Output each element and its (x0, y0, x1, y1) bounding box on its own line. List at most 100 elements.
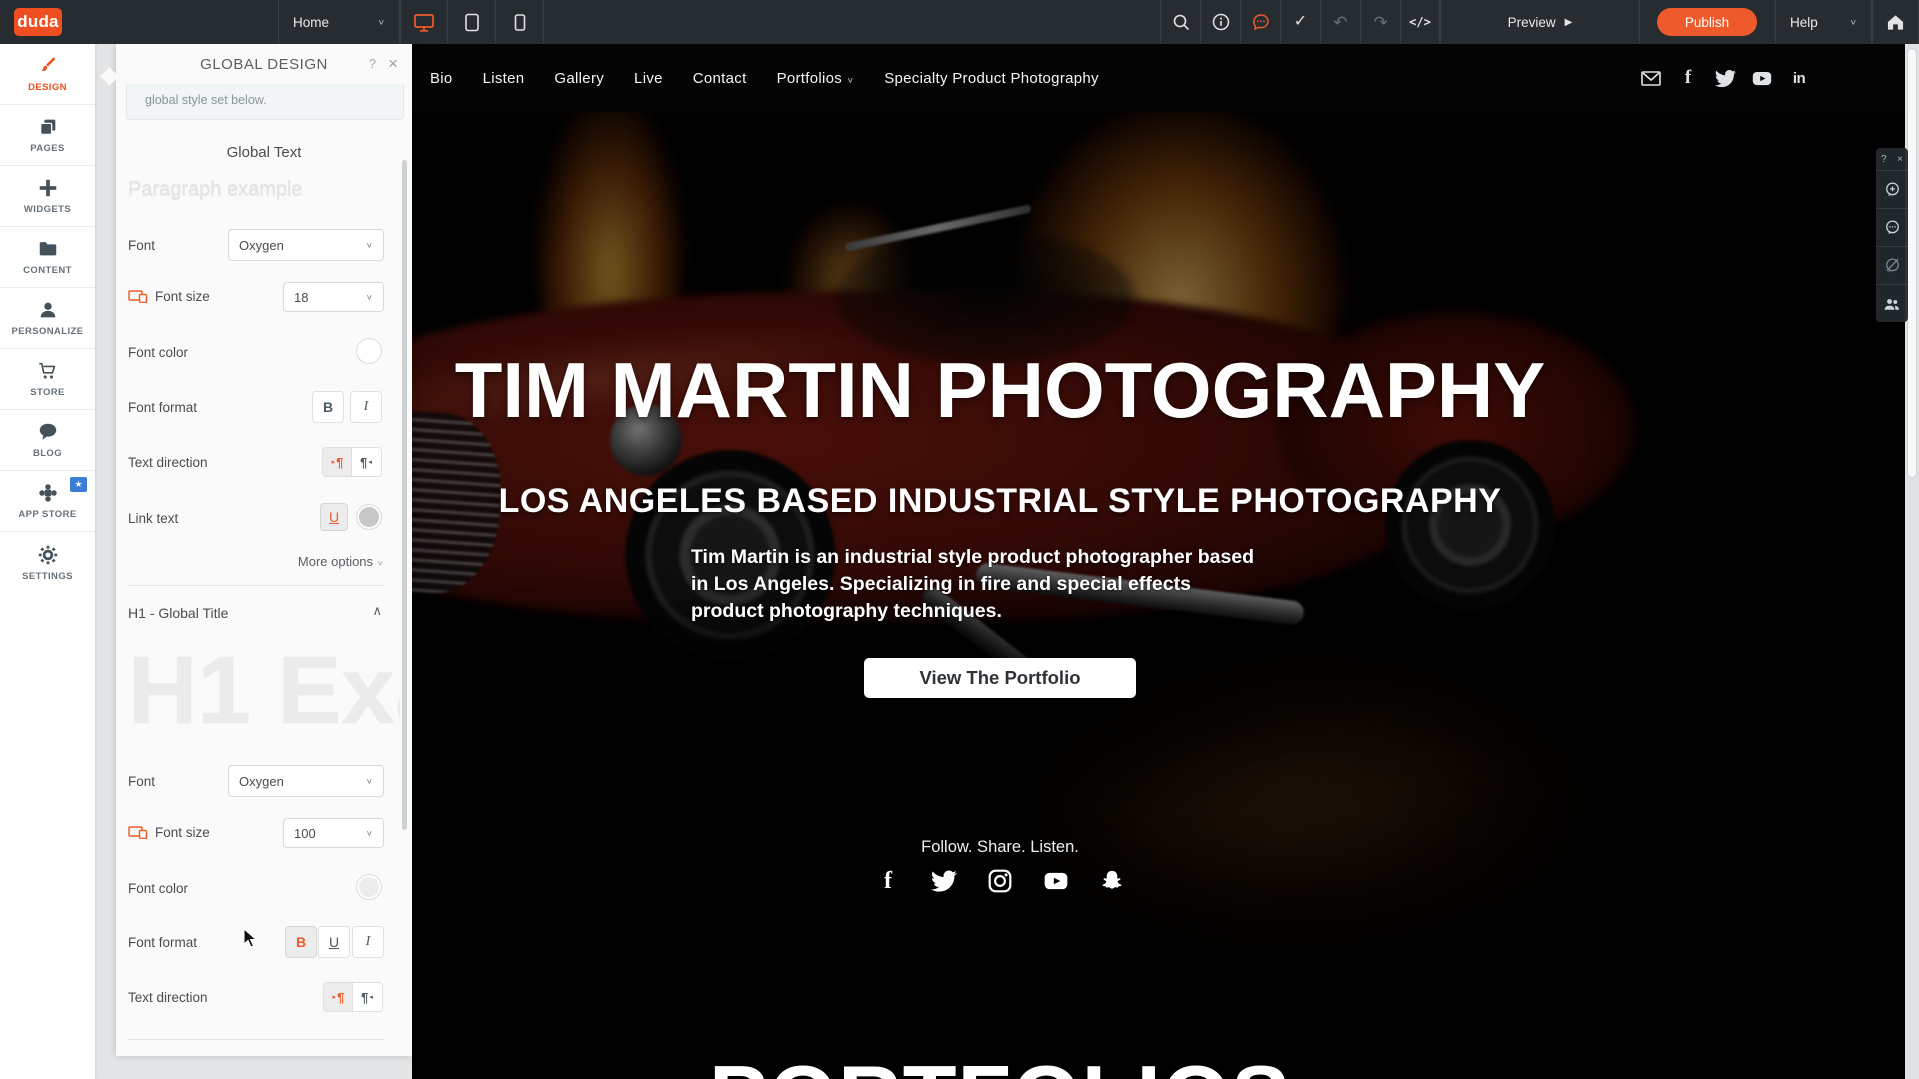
nav-item-specialty[interactable]: Specialty Product Photography (884, 70, 1099, 87)
mobile-view-button[interactable] (496, 0, 544, 44)
redo-button[interactable]: ↷ (1360, 0, 1400, 44)
help-icon[interactable]: ? (1881, 154, 1887, 165)
font-color-swatch[interactable] (356, 338, 382, 364)
facebook-icon[interactable]: f (875, 868, 901, 894)
h1-italic-button[interactable]: I (352, 926, 384, 958)
ltr-direction-button[interactable]: ▸¶ (323, 982, 353, 1012)
link-color-swatch[interactable] (356, 504, 382, 530)
h1-underline-button[interactable]: U (318, 926, 350, 958)
comment-icon (1251, 12, 1271, 32)
duda-logo[interactable]: duda (14, 8, 62, 36)
close-icon[interactable]: × (1897, 154, 1903, 165)
h1-font-size-value: 100 (294, 826, 316, 841)
font-size-label-text: Font size (155, 289, 210, 304)
preview-button[interactable]: Preview ▶ (1440, 0, 1640, 44)
pages-icon (37, 116, 59, 138)
undo-icon: ↶ (1333, 14, 1347, 31)
twitter-icon[interactable] (931, 868, 957, 894)
view-portfolio-button[interactable]: View The Portfolio (864, 658, 1136, 698)
sidebar-item-widgets[interactable]: WIDGETS (0, 166, 95, 227)
dashboard-home-button[interactable] (1872, 0, 1919, 44)
h1-text-direction-toggle: ▸¶ ¶◂ (323, 982, 383, 1012)
help-dropdown[interactable]: Help ∨ (1775, 0, 1872, 44)
nav-item-portfolios[interactable]: Portfolios ∨ (777, 70, 855, 87)
sidebar-item-settings[interactable]: SETTINGS (0, 532, 95, 593)
undo-button[interactable]: ↶ (1320, 0, 1360, 44)
sidebar-item-app-store[interactable]: APP STORE ★ (0, 471, 95, 532)
search-button[interactable] (1160, 0, 1200, 44)
facebook-icon[interactable]: f (1677, 67, 1699, 89)
nav-item-live[interactable]: Live (634, 70, 663, 87)
info-button[interactable] (1200, 0, 1240, 44)
dev-mode-button[interactable]: </> (1400, 0, 1440, 44)
sidebar-label: PERSONALIZE (12, 326, 84, 337)
sidebar-item-content[interactable]: CONTENT (0, 227, 95, 288)
link-underline-button[interactable]: U (320, 503, 348, 531)
responsive-devices-icon (128, 826, 148, 839)
add-comment-button[interactable] (1876, 170, 1908, 208)
linkedin-icon[interactable]: in (1788, 67, 1810, 89)
h1-font-select[interactable]: Oxygen ∨ (228, 765, 384, 797)
show-comments-button[interactable] (1876, 208, 1908, 246)
collapse-section-icon[interactable]: ∧ (372, 603, 382, 619)
instagram-icon[interactable] (987, 868, 1013, 894)
sidebar-item-pages[interactable]: PAGES (0, 105, 95, 166)
help-label: Help (1790, 15, 1818, 30)
twitter-icon[interactable] (1714, 67, 1736, 89)
sidebar-item-store[interactable]: STORE (0, 349, 95, 410)
rtl-direction-button[interactable]: ¶◂ (352, 447, 382, 477)
global-design-panel: GLOBAL DESIGN ? × global style set below… (116, 44, 412, 1056)
rtl-arrow: ◂ (369, 993, 373, 1001)
desktop-icon (413, 12, 435, 33)
comments-icon (1884, 219, 1901, 236)
pilcrow-icon: ¶ (360, 455, 367, 470)
nav-item-contact[interactable]: Contact (693, 70, 747, 87)
panel-help-icon[interactable]: ? (369, 56, 376, 71)
save-check-button[interactable]: ✓ (1280, 0, 1320, 44)
ltr-direction-button[interactable]: ▸¶ (322, 447, 352, 477)
h1-font-format-label: Font format (128, 935, 197, 950)
sidebar-item-design[interactable]: DESIGN (0, 44, 95, 105)
responsive-devices-icon (128, 290, 148, 303)
close-icon[interactable]: × (388, 54, 398, 74)
panel-scrollbar-thumb[interactable] (402, 160, 407, 830)
h1-bold-button[interactable]: B (285, 926, 317, 958)
collaborators-button[interactable] (1876, 284, 1908, 322)
more-options-link[interactable]: More options ∨ (298, 554, 384, 569)
panel-header: GLOBAL DESIGN ? × (116, 44, 412, 84)
youtube-icon[interactable] (1751, 67, 1773, 89)
nav-item-bio[interactable]: Bio (430, 70, 453, 87)
plus-icon (37, 177, 59, 199)
site-scrollbar-thumb[interactable] (1907, 48, 1917, 478)
nav-item-gallery[interactable]: Gallery (554, 70, 604, 87)
sidebar-item-blog[interactable]: BLOG (0, 410, 95, 471)
tablet-view-button[interactable] (448, 0, 496, 44)
h1-font-color-swatch[interactable] (356, 874, 382, 900)
linkedin-glyph: in (1793, 70, 1805, 87)
desktop-view-button[interactable] (400, 0, 448, 44)
h1-font-size-select[interactable]: 100 ∨ (283, 818, 384, 848)
redo-icon: ↷ (1373, 14, 1387, 31)
snapchat-icon[interactable] (1099, 868, 1125, 894)
pilcrow-icon: ¶ (361, 990, 368, 1005)
facebook-glyph: f (884, 868, 892, 895)
rtl-direction-button[interactable]: ¶◂ (353, 982, 383, 1012)
font-size-select[interactable]: 18 ∨ (283, 282, 384, 312)
nav-item-listen[interactable]: Listen (483, 70, 525, 87)
publish-button[interactable]: Publish (1657, 8, 1757, 36)
sidebar-item-personalize[interactable]: PERSONALIZE (0, 288, 95, 349)
font-select[interactable]: Oxygen ∨ (228, 229, 384, 261)
more-options-label: More options (298, 554, 373, 569)
sidebar-label: APP STORE (18, 509, 76, 520)
puzzle-icon (37, 482, 59, 504)
comments-button[interactable] (1240, 0, 1280, 44)
hide-comments-button[interactable] (1876, 246, 1908, 284)
bold-button[interactable]: B (312, 391, 344, 423)
youtube-icon[interactable] (1043, 868, 1069, 894)
page-selector-dropdown[interactable]: Home ∨ (278, 0, 400, 44)
email-icon[interactable] (1640, 67, 1662, 89)
facebook-glyph: f (1685, 67, 1691, 89)
font-size-label: Font size (128, 289, 210, 304)
italic-button[interactable]: I (350, 391, 382, 423)
chevron-down-icon: ∨ (1850, 18, 1857, 26)
